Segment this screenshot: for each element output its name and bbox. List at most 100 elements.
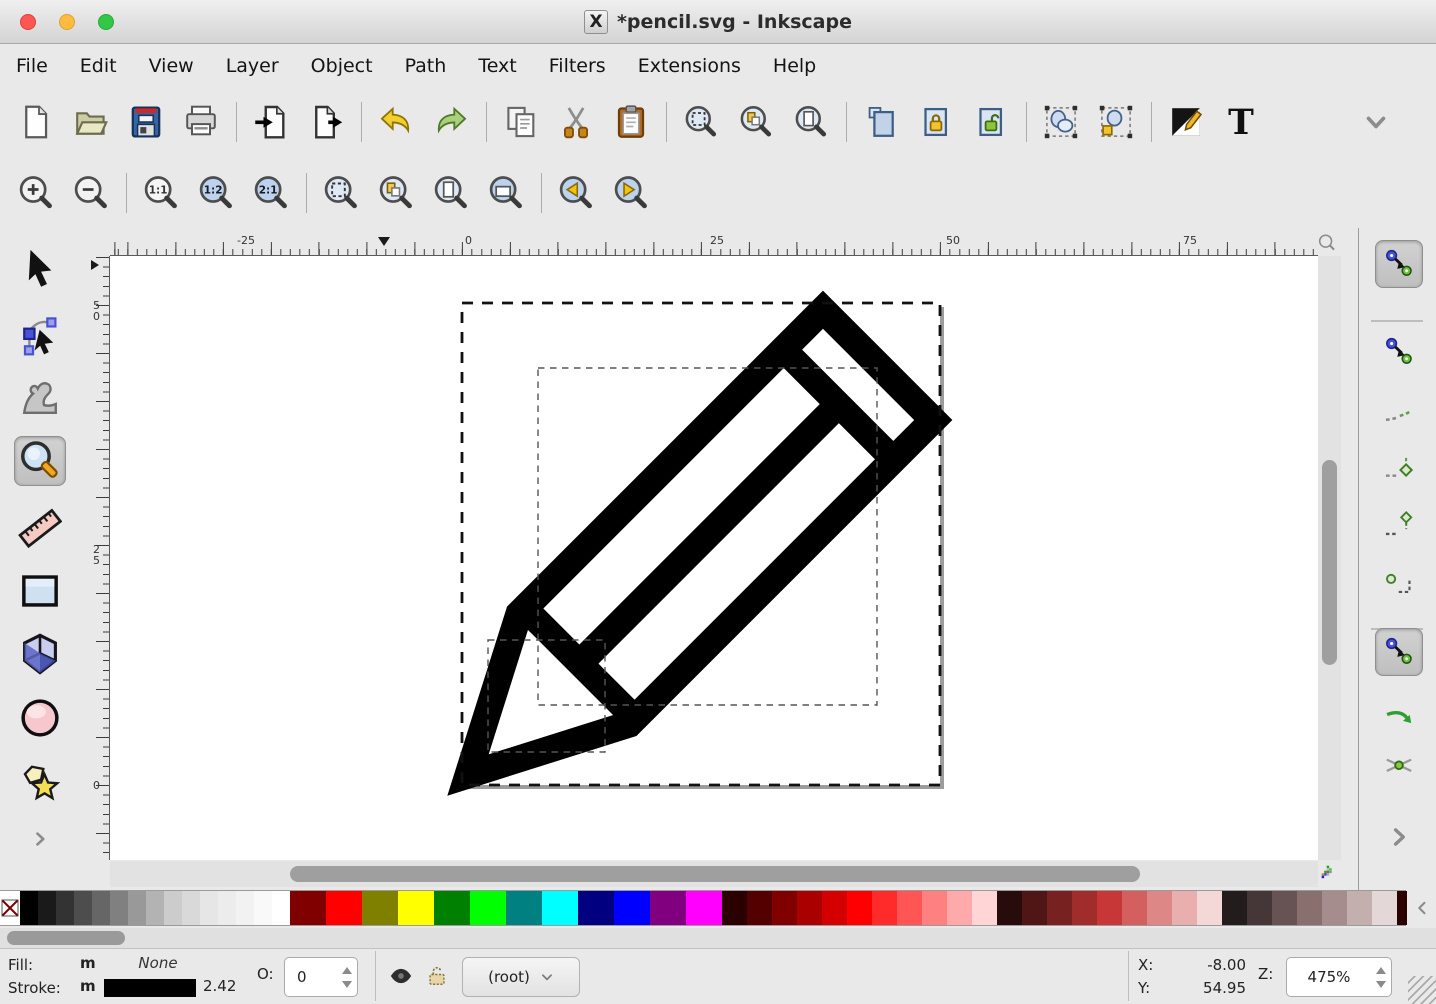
spin-down-icon[interactable]	[1376, 981, 1386, 988]
opacity-value[interactable]: 0	[285, 968, 337, 986]
palette-swatch[interactable]	[218, 891, 236, 925]
menu-item-layer[interactable]: Layer	[210, 55, 295, 77]
palette-swatch[interactable]	[747, 891, 772, 925]
palette-swatch[interactable]	[1172, 891, 1197, 925]
palette-swatch[interactable]	[722, 891, 747, 925]
palette-swatch[interactable]	[38, 891, 56, 925]
zoom-drawing-button[interactable]	[734, 100, 778, 144]
menu-item-filters[interactable]: Filters	[533, 55, 622, 77]
toolbox-overflow-button[interactable]	[14, 824, 66, 854]
palette-swatch[interactable]	[1197, 891, 1222, 925]
zoom-1-2-button[interactable]: 1:2	[194, 171, 238, 215]
menu-item-path[interactable]: Path	[389, 55, 463, 77]
group-button[interactable]	[1039, 100, 1083, 144]
toolbox-measure-button[interactable]	[14, 503, 66, 553]
vertical-scrollbar[interactable]	[1318, 256, 1341, 860]
palette-swatch[interactable]	[398, 891, 434, 925]
palette-swatch[interactable]	[362, 891, 398, 925]
export-button[interactable]	[304, 100, 348, 144]
palette-swatch[interactable]	[434, 891, 470, 925]
print-button[interactable]	[179, 100, 223, 144]
zoom-value[interactable]: 475%	[1287, 968, 1371, 986]
clone-button[interactable]	[914, 100, 958, 144]
import-button[interactable]	[249, 100, 293, 144]
palette-swatch[interactable]	[614, 891, 650, 925]
spin-up-icon[interactable]	[1376, 967, 1386, 974]
snap-nodes-button[interactable]	[1375, 628, 1423, 676]
stroke-color-swatch[interactable]	[104, 979, 196, 997]
palette-swatch[interactable]	[1297, 891, 1322, 925]
redo-button[interactable]	[429, 100, 473, 144]
palette-swatch[interactable]	[110, 891, 128, 925]
palette-swatch[interactable]	[797, 891, 822, 925]
toolbox-box3d-button[interactable]	[14, 629, 66, 679]
snap-bbox-centers-button[interactable]	[1375, 558, 1423, 606]
layer-lock-icon[interactable]	[424, 963, 450, 989]
palette-swatch[interactable]	[897, 891, 922, 925]
menu-item-help[interactable]: Help	[757, 55, 832, 77]
palette-swatch[interactable]	[92, 891, 110, 925]
snap-bbox-edges-button[interactable]	[1375, 391, 1423, 439]
snap-path-intersections-button[interactable]	[1375, 741, 1423, 789]
paste-button[interactable]	[609, 100, 653, 144]
zoom-in-button[interactable]	[14, 171, 58, 215]
palette-swatch[interactable]	[290, 891, 326, 925]
palette-swatch[interactable]	[254, 891, 272, 925]
zoom-next-button[interactable]	[609, 171, 653, 215]
save-button[interactable]	[124, 100, 168, 144]
zoom-1-1-button[interactable]: 1:1	[139, 171, 183, 215]
palette-swatch[interactable]	[1072, 891, 1097, 925]
snap-bbox-edge-midpoints-button[interactable]	[1375, 502, 1423, 550]
toolbox-zoom-button[interactable]	[14, 436, 66, 486]
layer-visibility-icon[interactable]	[388, 963, 414, 989]
horizontal-ruler[interactable]: -250255075	[110, 234, 1318, 256]
palette-swatch[interactable]	[1372, 891, 1397, 925]
zoom-2-1-button[interactable]: 2:1	[249, 171, 293, 215]
window-resize-grip[interactable]	[1408, 976, 1436, 1004]
menu-item-object[interactable]: Object	[295, 55, 389, 77]
toolbox-rectangle-button[interactable]	[14, 566, 66, 616]
palette-swatch[interactable]	[542, 891, 578, 925]
menu-item-file[interactable]: File	[0, 55, 64, 77]
palette-swatch[interactable]	[128, 891, 146, 925]
palette-swatch[interactable]	[1047, 891, 1072, 925]
undo-button[interactable]	[374, 100, 418, 144]
duplicate-button[interactable]	[859, 100, 903, 144]
menu-item-edit[interactable]: Edit	[64, 55, 133, 77]
palette-swatch[interactable]	[74, 891, 92, 925]
zoom-selection-button[interactable]	[319, 171, 363, 215]
unlink-clone-button[interactable]	[969, 100, 1013, 144]
snap-bounding-box-button[interactable]	[1375, 328, 1423, 376]
palette-swatch[interactable]	[1097, 891, 1122, 925]
snap-enable-button[interactable]	[1375, 240, 1423, 288]
palette-swatch[interactable]	[56, 891, 74, 925]
snap-bbox-corners-button[interactable]	[1375, 446, 1423, 494]
palette-scroll-left-icon[interactable]	[1410, 890, 1436, 926]
cut-button[interactable]	[554, 100, 598, 144]
palette-swatch[interactable]	[1222, 891, 1247, 925]
fill-stroke-dialog-button[interactable]	[1164, 100, 1208, 144]
snap-overflow-button[interactable]	[1375, 813, 1423, 861]
palette-swatch[interactable]	[1022, 891, 1047, 925]
snap-to-paths-button[interactable]	[1375, 696, 1423, 744]
copy-button[interactable]	[499, 100, 543, 144]
toolbox-ellipse-button[interactable]	[14, 693, 66, 743]
toolbox-node-button[interactable]	[14, 311, 66, 361]
zoom-width-button[interactable]	[484, 171, 528, 215]
menu-item-text[interactable]: Text	[462, 55, 532, 77]
toolbox-tweak-button[interactable]	[14, 372, 66, 422]
zoom-page-button[interactable]	[429, 171, 473, 215]
toolbox-selector-button[interactable]	[14, 244, 66, 294]
zoom-out-button[interactable]	[69, 171, 113, 215]
menu-item-extensions[interactable]: Extensions	[622, 55, 757, 77]
palette-swatch[interactable]	[922, 891, 947, 925]
palette-scrollbar[interactable]	[0, 928, 1436, 948]
palette-swatch[interactable]	[872, 891, 897, 925]
palette-swatch[interactable]	[578, 891, 614, 925]
zoom-drawing-button[interactable]	[374, 171, 418, 215]
zoom-page-button[interactable]	[789, 100, 833, 144]
palette-swatch[interactable]	[822, 891, 847, 925]
palette-swatch[interactable]	[182, 891, 200, 925]
palette-swatch[interactable]	[686, 891, 722, 925]
canvas[interactable]	[110, 256, 1318, 860]
